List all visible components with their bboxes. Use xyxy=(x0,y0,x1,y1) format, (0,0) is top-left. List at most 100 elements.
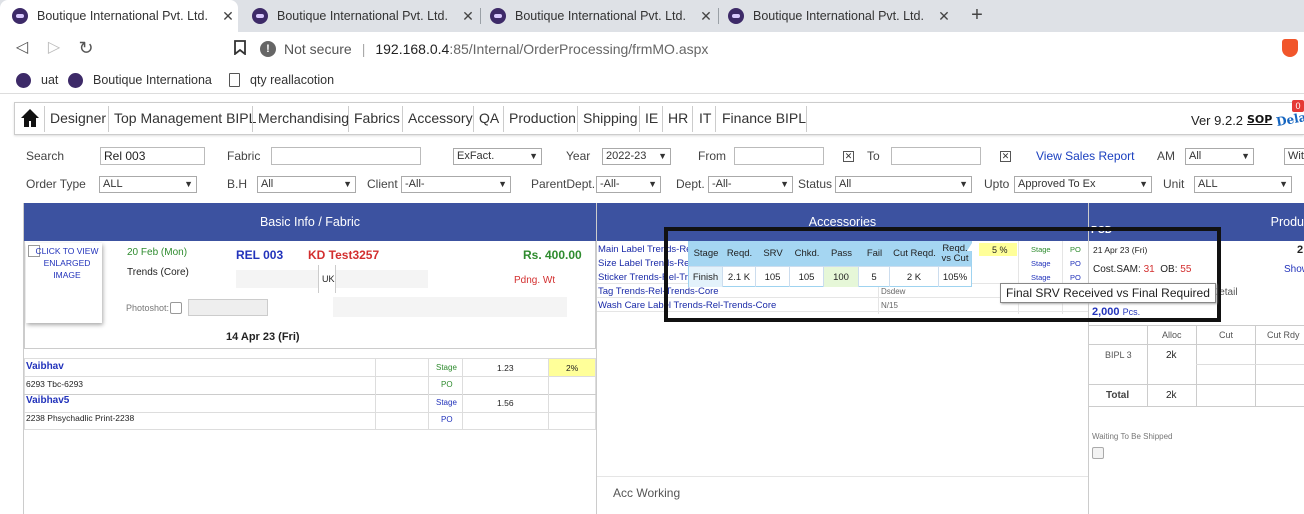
url-path: :85/Internal/OrderProcessing/frmMO.aspx xyxy=(449,41,709,57)
product-image[interactable]: CLICK TO VIEW ENLARGED IMAGE xyxy=(26,243,102,323)
close-tab-icon[interactable]: ✕ xyxy=(934,8,954,25)
col-divider xyxy=(1196,325,1197,407)
fabric-pct: 2% xyxy=(566,363,579,373)
dept-select[interactable]: -All- ▼ xyxy=(708,176,793,193)
back-arrow-icon[interactable]: ◁ xyxy=(12,38,32,58)
menu-divider xyxy=(44,106,45,132)
menu-qa[interactable]: QA xyxy=(479,110,499,126)
row-divider xyxy=(24,376,596,377)
menu-ie[interactable]: IE xyxy=(645,110,658,126)
po-link[interactable]: PO xyxy=(441,415,453,424)
unit-select[interactable]: ALL ▼ xyxy=(1194,176,1292,193)
to-date-input[interactable] xyxy=(891,147,981,165)
bookmark-label: Boutique Internationa xyxy=(93,73,212,87)
pcd-count: 2 xyxy=(1297,244,1304,256)
basic-info-header: Basic Info / Fabric xyxy=(24,203,596,241)
new-tab-plus-icon[interactable]: + xyxy=(966,4,988,26)
menu-finance[interactable]: Finance BIPL xyxy=(722,110,806,126)
date-type-select[interactable]: ExFact. ▼ xyxy=(453,148,542,165)
close-tab-icon[interactable]: ✕ xyxy=(458,8,478,25)
cut-ready-column-header: Cut Rdy xyxy=(1267,330,1300,340)
forward-arrow-icon[interactable]: ▷ xyxy=(44,38,64,58)
menu-top-management[interactable]: Top Management BIPL xyxy=(114,110,256,126)
row-divider xyxy=(1089,384,1304,385)
brave-shield-icon[interactable] xyxy=(1282,39,1298,57)
row-divider xyxy=(1196,364,1304,365)
fabric-name-link[interactable]: Vaibhav xyxy=(26,361,64,372)
address-bar[interactable]: ! Not secure | 192.168.0.4:85/Internal/O… xyxy=(260,36,1260,62)
col-divider xyxy=(462,358,463,430)
browser-tab[interactable]: Boutique International Pvt. Ltd. ✕ xyxy=(478,0,716,32)
upto-select[interactable]: Approved To Ex ▼ xyxy=(1014,176,1152,193)
site-favicon-icon xyxy=(252,8,268,24)
po-link[interactable]: PO xyxy=(441,380,453,389)
bookmark-boutique[interactable]: Boutique Internationa xyxy=(68,72,212,88)
status-select[interactable]: All ▼ xyxy=(835,176,972,193)
menu-hr[interactable]: HR xyxy=(668,110,688,126)
dropdown-arrow-icon: ▼ xyxy=(1279,179,1288,189)
with-select[interactable]: Wit xyxy=(1284,148,1304,165)
menu-fabrics[interactable]: Fabrics xyxy=(354,110,400,126)
search-input[interactable]: Rel 003 xyxy=(100,147,205,165)
bookmark-label: uat xyxy=(41,73,59,87)
notification-badge: 0 xyxy=(1292,100,1304,112)
enlarge-image-link[interactable]: CLICK TO VIEW ENLARGED IMAGE xyxy=(28,245,100,281)
waiting-checkbox[interactable] xyxy=(1092,447,1104,459)
document-icon xyxy=(229,73,240,87)
waiting-label: Waiting To Be Shipped xyxy=(1092,432,1173,441)
dropdown-arrow-icon: ▼ xyxy=(1139,179,1148,189)
bh-label: B.H xyxy=(227,177,248,191)
unit-alloc: 2k xyxy=(1166,350,1177,361)
year-select[interactable]: 2022-23 ▼ xyxy=(602,148,671,165)
menu-accessory[interactable]: Accessory xyxy=(408,110,473,126)
photoshot-checkbox[interactable] xyxy=(170,302,182,314)
year-label: Year xyxy=(566,149,591,163)
notes-field xyxy=(333,297,567,317)
select-value: All xyxy=(1189,150,1202,162)
browser-tab[interactable]: Boutique International Pvt. Ltd. ✕ xyxy=(240,0,478,32)
show-link[interactable]: Show xyxy=(1284,264,1304,275)
menu-merchandising[interactable]: Merchandising xyxy=(258,110,349,126)
stage-link[interactable]: Stage xyxy=(436,398,457,407)
parent-dept-label: ParentDept. xyxy=(531,177,596,191)
parent-dept-select[interactable]: -All- ▼ xyxy=(596,176,661,193)
photoshot-input[interactable] xyxy=(188,299,268,316)
info-icon: ! xyxy=(260,41,276,57)
dropdown-arrow-icon: ▼ xyxy=(648,179,657,189)
menu-production[interactable]: Production xyxy=(509,110,576,126)
menu-shipping[interactable]: Shipping xyxy=(583,110,638,126)
bookmark-uat[interactable]: uat xyxy=(16,72,58,88)
clear-to-checkbox[interactable]: ✕ xyxy=(1000,151,1011,162)
menu-it[interactable]: IT xyxy=(699,110,711,126)
reload-icon[interactable]: ↻ xyxy=(76,38,96,58)
clear-from-checkbox[interactable]: ✕ xyxy=(843,151,854,162)
stage-link[interactable]: Stage xyxy=(436,363,457,372)
bh-select[interactable]: All ▼ xyxy=(257,176,356,193)
am-label: AM xyxy=(1157,149,1175,163)
client-select[interactable]: -All- ▼ xyxy=(401,176,511,193)
browser-tab[interactable]: Boutique International Pvt. Ltd. ✕ xyxy=(0,0,238,32)
menu-designer[interactable]: Designer xyxy=(50,110,106,126)
style-code-link[interactable]: REL 003 xyxy=(236,248,283,262)
fabric-input[interactable] xyxy=(271,147,421,165)
close-tab-icon[interactable]: ✕ xyxy=(696,8,716,25)
bookmark-qty[interactable]: qty reallacotion xyxy=(229,72,334,88)
unit-name: BIPL 3 xyxy=(1105,350,1132,360)
close-tab-icon[interactable]: ✕ xyxy=(218,8,238,25)
fabric-value: 1.23 xyxy=(497,363,514,373)
browser-tab[interactable]: Boutique International Pvt. Ltd. ✕ xyxy=(716,0,954,32)
menu-divider xyxy=(577,106,578,132)
bookmark-star-icon[interactable] xyxy=(234,40,246,56)
brand-label: Trends (Core) xyxy=(127,267,189,278)
home-icon[interactable] xyxy=(20,108,40,128)
view-sales-report-link[interactable]: View Sales Report xyxy=(1036,149,1135,163)
fabric-name-link[interactable]: Vaibhav5 xyxy=(26,395,69,406)
row-divider xyxy=(24,394,596,395)
from-date-input[interactable] xyxy=(734,147,824,165)
sop-link[interactable]: SOP xyxy=(1247,113,1272,126)
dropdown-arrow-icon: ▼ xyxy=(1241,151,1250,161)
select-value: -All- xyxy=(712,178,732,190)
order-type-select[interactable]: ALL ▼ xyxy=(99,176,197,193)
select-value: 2022-23 xyxy=(606,150,647,162)
am-select[interactable]: All ▼ xyxy=(1185,148,1254,165)
